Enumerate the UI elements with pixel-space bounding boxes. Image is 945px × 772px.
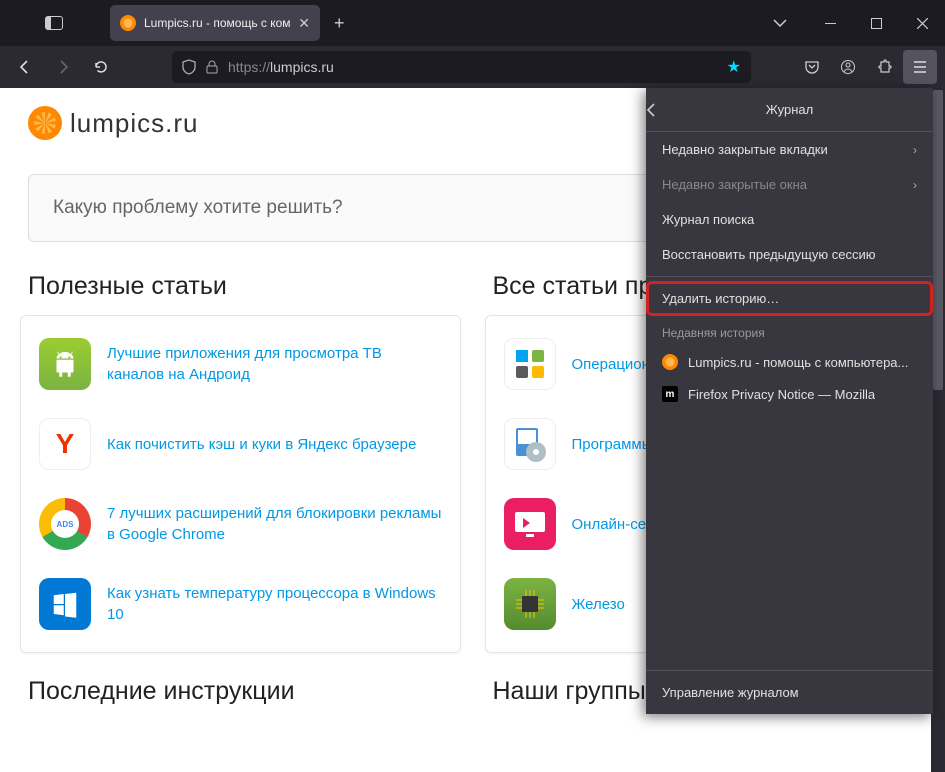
url-bar[interactable]: https://lumpics.ru ★ [172,51,751,83]
services-icon [504,498,556,550]
forward-button [46,50,80,84]
search-history[interactable]: Журнал поиска [646,202,933,237]
account-icon [840,59,856,75]
recently-closed-windows: Недавно закрытые окна › [646,167,933,202]
latest-instructions-heading: Последние инструкции [28,677,453,706]
lock-icon[interactable] [206,60,218,74]
window-minimize-button[interactable] [807,0,853,46]
new-tab-button[interactable]: + [334,13,345,34]
android-tv-icon [39,338,91,390]
manage-history[interactable]: Управление журналом [646,670,933,714]
logo-text: lumpics.ru [70,108,198,139]
chevron-down-icon [773,19,787,27]
pocket-button[interactable] [795,50,829,84]
tab-title: Lumpics.ru - помощь с компь [144,16,290,30]
category-title: Железо [572,594,625,615]
toolbar: https://lumpics.ru ★ [0,46,945,88]
category-title: Онлайн-се [572,514,647,535]
history-entry[interactable]: m Firefox Privacy Notice — Mozilla [646,378,933,410]
mozilla-favicon-icon: m [662,386,678,402]
browser-tab[interactable]: Lumpics.ru - помощь с компь ✕ [110,5,320,41]
window-maximize-button[interactable] [853,0,899,46]
history-panel: Журнал Недавно закрытые вкладки › Недавн… [646,88,933,714]
recently-closed-tabs[interactable]: Недавно закрытые вкладки › [646,132,933,167]
hardware-icon [504,578,556,630]
recent-history-label: Недавняя история [646,316,933,346]
article-title: 7 лучших расширений для блокировки рекла… [107,503,442,545]
pocket-icon [804,59,820,75]
close-icon [917,18,928,29]
separator [646,276,933,277]
software-icon [504,418,556,470]
tab-close-icon[interactable]: ✕ [298,15,310,32]
puzzle-icon [876,59,892,75]
minimize-icon [825,23,836,24]
tab-favicon-icon [120,15,136,31]
shield-icon[interactable] [182,59,196,75]
panel-header: Журнал [646,88,933,132]
history-entry[interactable]: Lumpics.ru - помощь с компьютера... [646,346,933,378]
chevron-left-icon [646,102,656,118]
arrow-left-icon [17,59,33,75]
arrow-right-icon [55,59,71,75]
url-text: https://lumpics.ru [228,59,334,75]
hamburger-icon [912,60,928,74]
sidebar-toggle-icon [45,16,63,30]
article-item[interactable]: 7 лучших расширений для блокировки рекла… [21,484,460,564]
app-menu-button[interactable] [903,50,937,84]
article-title: Как почистить кэш и куки в Яндекс браузе… [107,434,416,455]
panel-back-button[interactable] [646,102,690,118]
chevron-right-icon: › [913,143,917,157]
titlebar: Lumpics.ru - помощь с компь ✕ + [0,0,945,46]
scrollbar-thumb[interactable] [933,90,943,390]
windows-icon [39,578,91,630]
reload-button[interactable] [84,50,118,84]
scrollbar[interactable] [931,88,945,772]
account-button[interactable] [831,50,865,84]
os-icon [504,338,556,390]
useful-articles-list: Лучшие приложения для просмотра ТВ канал… [20,315,461,653]
lumpics-favicon-icon [662,354,678,370]
tabs-list-button[interactable] [773,19,807,27]
clear-history[interactable]: Удалить историю… [646,281,933,316]
chevron-right-icon: › [913,178,917,192]
yandex-icon [39,418,91,470]
category-title: Программы [572,434,653,455]
article-item[interactable]: Как почистить кэш и куки в Яндекс браузе… [21,404,460,484]
maximize-icon [871,18,882,29]
article-item[interactable]: Лучшие приложения для просмотра ТВ канал… [21,324,460,404]
restore-session[interactable]: Восстановить предыдущую сессию [646,237,933,272]
article-title: Лучшие приложения для просмотра ТВ канал… [107,343,442,385]
reload-icon [93,59,109,75]
chrome-ads-icon [39,498,91,550]
extensions-button[interactable] [867,50,901,84]
article-item[interactable]: Как узнать температуру процессора в Wind… [21,564,460,644]
orange-logo-icon [28,106,62,140]
useful-articles-heading: Полезные статьи [28,272,453,301]
window-close-button[interactable] [899,0,945,46]
article-title: Как узнать температуру процессора в Wind… [107,583,442,625]
panel-title: Журнал [690,102,933,117]
bookmark-star-icon[interactable]: ★ [727,57,741,77]
sidebar-toggle-area[interactable] [0,16,108,30]
back-button[interactable] [8,50,42,84]
